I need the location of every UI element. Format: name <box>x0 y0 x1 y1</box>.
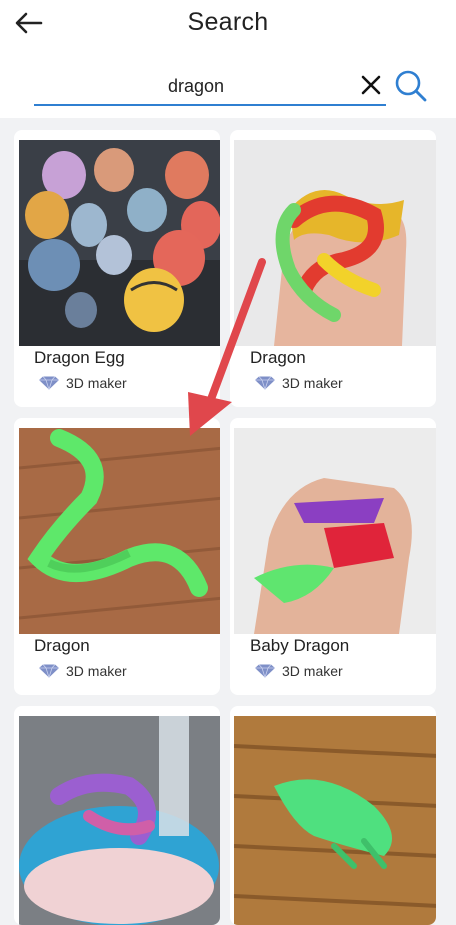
result-title: Dragon <box>34 636 90 655</box>
diamond-icon <box>39 664 59 678</box>
result-badge: 3D maker <box>254 662 343 680</box>
result-card-6[interactable] <box>230 706 436 925</box>
result-badge-label: 3D maker <box>282 375 343 391</box>
search-icon <box>395 70 427 102</box>
page-title: Search <box>187 8 269 36</box>
diamond-icon <box>255 664 275 678</box>
app-header: Search <box>0 0 456 118</box>
clear-search-button[interactable] <box>358 72 384 98</box>
result-image <box>19 140 220 346</box>
result-card-baby-dragon[interactable]: Baby Dragon 3D maker <box>230 418 436 695</box>
result-title: Baby Dragon <box>250 636 350 655</box>
result-image <box>234 140 436 346</box>
result-badge: 3D maker <box>38 374 127 392</box>
search-input[interactable] <box>34 70 358 102</box>
search-bar <box>34 66 386 106</box>
result-badge: 3D maker <box>38 662 127 680</box>
result-image <box>234 716 436 925</box>
result-image <box>19 716 220 925</box>
result-badge-label: 3D maker <box>282 663 343 679</box>
result-card-dragon-egg[interactable]: Dragon Egg 3D maker <box>14 130 220 407</box>
close-icon <box>361 75 381 95</box>
result-image <box>234 428 436 634</box>
search-button[interactable] <box>393 68 429 104</box>
result-badge-label: 3D maker <box>66 375 127 391</box>
diamond-icon <box>39 376 59 390</box>
diamond-icon <box>255 376 275 390</box>
result-badge-label: 3D maker <box>66 663 127 679</box>
result-card-dragon-1[interactable]: Dragon 3D maker <box>230 130 436 407</box>
result-title: Dragon Egg <box>34 348 125 367</box>
result-badge: 3D maker <box>254 374 343 392</box>
result-card-dragon-2[interactable]: Dragon 3D maker <box>14 418 220 695</box>
result-card-5[interactable] <box>14 706 220 925</box>
result-image <box>19 428 220 634</box>
result-title: Dragon <box>250 348 306 367</box>
